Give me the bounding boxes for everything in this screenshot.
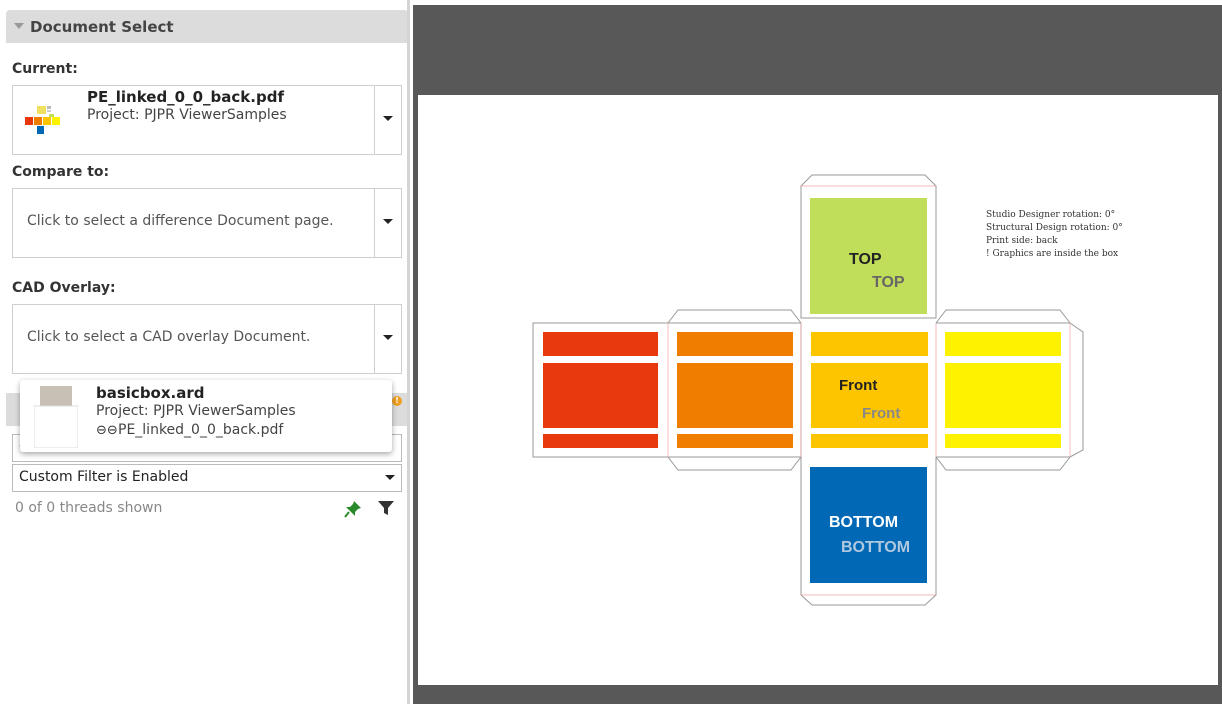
rotation-note-2: Structural Design rotation: 0° — [986, 223, 1123, 233]
yellow-panel-strip-top — [945, 332, 1061, 356]
top-label: TOP — [849, 251, 882, 268]
red-panel-main — [543, 363, 658, 428]
print-side-note: Print side: back — [986, 236, 1058, 246]
graphics-note: ! Graphics are inside the box — [986, 249, 1119, 259]
front-panel-strip-bottom — [811, 434, 928, 448]
red-panel-strip-bottom — [543, 434, 658, 448]
yellow-panel-strip-bottom — [945, 434, 1061, 448]
front-panel-strip-top — [811, 332, 928, 356]
front-label-secondary: Front — [862, 405, 900, 422]
orange-panel-strip-top — [677, 332, 793, 356]
box-dieline-artwork: TOP TOP Front Front BOTTOM BOTTOM — [532, 174, 1084, 606]
bottom-label-secondary: BOTTOM — [841, 539, 910, 556]
bottom-label: BOTTOM — [829, 514, 898, 531]
rotation-note-1: Studio Designer rotation: 0° — [986, 210, 1116, 220]
orange-panel-strip-bottom — [677, 434, 793, 448]
yellow-panel-main — [945, 363, 1061, 428]
top-label-secondary: TOP — [872, 274, 905, 291]
front-label: Front — [839, 377, 877, 394]
orange-panel-main — [677, 363, 793, 428]
red-panel-strip-top — [543, 332, 658, 356]
